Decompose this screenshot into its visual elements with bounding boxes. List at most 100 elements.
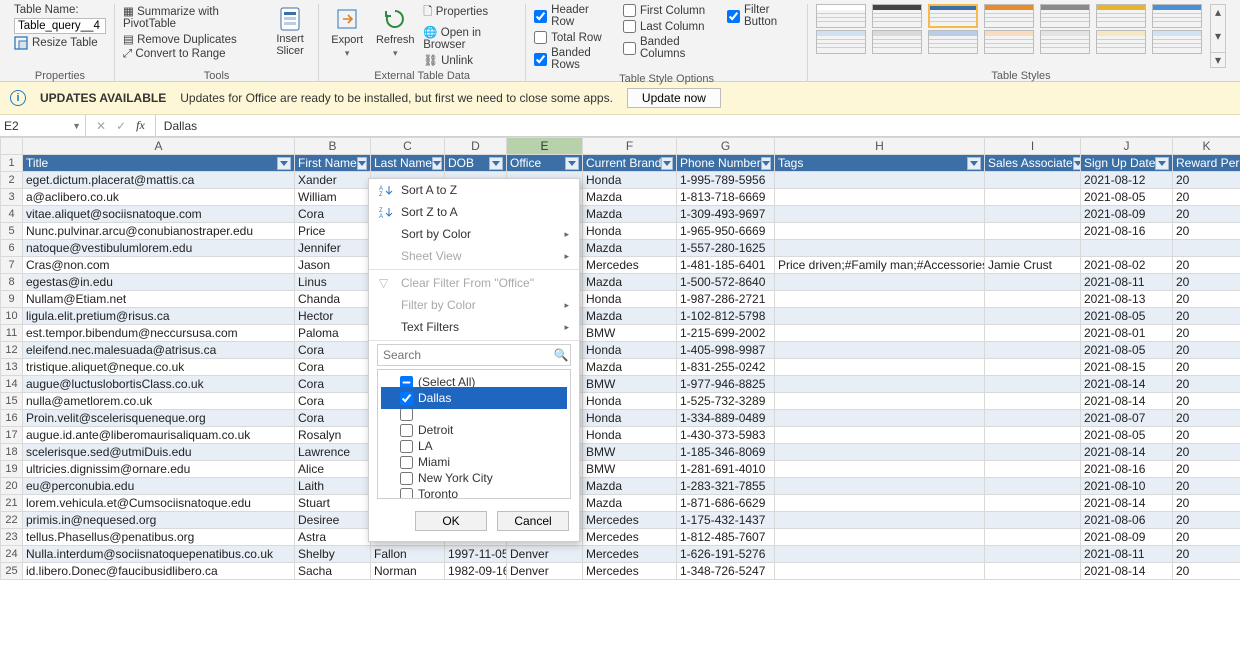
accept-formula-icon[interactable]: ✓ [116,119,126,133]
cell[interactable]: 1-481-185-6401 [677,257,775,274]
cell[interactable]: Nulla.interdum@sociisnatoquepenatibus.co… [23,546,295,563]
ext-properties[interactable]: 🗋 Properties [423,4,517,23]
name-box[interactable]: E2▼ [0,115,86,137]
row-number[interactable]: 15 [1,393,23,410]
table-style-thumb[interactable] [1040,30,1090,54]
cell[interactable]: Cora [295,359,371,376]
cell[interactable]: Cora [295,376,371,393]
cell[interactable]: 2021-08-16 [1081,223,1173,240]
table-style-thumb[interactable] [1096,4,1146,28]
cell[interactable]: natoque@vestibulumlorem.edu [23,240,295,257]
row-number[interactable]: 3 [1,189,23,206]
cell[interactable]: eu@perconubia.edu [23,478,295,495]
cell[interactable] [775,240,985,257]
table-style-thumb[interactable] [872,30,922,54]
cell[interactable]: Jason [295,257,371,274]
refresh-button[interactable]: Refresh▾ [375,4,415,68]
table-header-cell[interactable]: Current Brand [583,155,677,172]
opt-banded-columns[interactable]: Banded Columns [623,36,719,60]
filter-option[interactable]: New York City [384,470,564,486]
cell[interactable]: 20 [1173,546,1240,563]
cell[interactable] [775,376,985,393]
column-header[interactable]: D [445,138,507,155]
cell[interactable]: 1-405-998-9987 [677,342,775,359]
table-header-cell[interactable]: Title [23,155,295,172]
cell[interactable]: eget.dictum.placerat@mattis.ca [23,172,295,189]
row-number[interactable]: 22 [1,512,23,529]
cell[interactable]: 2021-08-02 [1081,257,1173,274]
cell[interactable]: 20 [1173,461,1240,478]
cell[interactable]: 20 [1173,393,1240,410]
cell[interactable]: 2021-08-11 [1081,546,1173,563]
table-style-thumb[interactable] [1096,30,1146,54]
cell[interactable]: Laith [295,478,371,495]
cell[interactable]: Nunc.pulvinar.arcu@conubianostraper.edu [23,223,295,240]
cell[interactable]: augue@luctuslobortisClass.co.uk [23,376,295,393]
cell[interactable]: Cora [295,342,371,359]
cell[interactable]: Denver [507,563,583,580]
opt-banded-rows[interactable]: Banded Rows [534,47,615,71]
sort-a-to-z[interactable]: AZ Sort A to Z [369,179,579,201]
cell[interactable] [985,206,1081,223]
column-header[interactable]: J [1081,138,1173,155]
cell[interactable] [775,189,985,206]
cell[interactable]: Honda [583,291,677,308]
cell[interactable]: Linus [295,274,371,291]
table-style-thumb[interactable] [816,4,866,28]
cell[interactable]: William [295,189,371,206]
table-style-thumb[interactable] [1040,4,1090,28]
export-button[interactable]: Export▾ [327,4,367,68]
column-header[interactable]: I [985,138,1081,155]
cell[interactable]: 20 [1173,376,1240,393]
cell[interactable]: 20 [1173,325,1240,342]
cell[interactable] [985,529,1081,546]
row-number[interactable]: 14 [1,376,23,393]
cell[interactable] [775,427,985,444]
column-header[interactable]: B [295,138,371,155]
cell[interactable]: primis.in@nequesed.org [23,512,295,529]
column-header[interactable]: G [677,138,775,155]
cell[interactable]: 20 [1173,172,1240,189]
opt-filter-button[interactable]: Filter Button [727,4,799,28]
cell[interactable]: Proin.velit@scelerisqueneque.org [23,410,295,427]
cell[interactable]: 20 [1173,495,1240,512]
cell[interactable] [985,393,1081,410]
cell[interactable]: 20 [1173,206,1240,223]
row-number[interactable]: 25 [1,563,23,580]
cell[interactable]: scelerisque.sed@utmiDuis.edu [23,444,295,461]
opt-last-column[interactable]: Last Column [623,20,719,33]
column-header[interactable]: H [775,138,985,155]
row-number[interactable]: 10 [1,308,23,325]
cell[interactable]: 1-813-718-6669 [677,189,775,206]
cell[interactable]: 2021-08-13 [1081,291,1173,308]
cell[interactable]: 1-430-373-5983 [677,427,775,444]
gallery-down[interactable]: ▾ [1211,29,1225,43]
cell[interactable]: 2021-08-14 [1081,376,1173,393]
cell[interactable]: id.libero.Donec@faucibusidlibero.ca [23,563,295,580]
cell[interactable]: est.tempor.bibendum@neccursusa.com [23,325,295,342]
cell[interactable]: 2021-08-14 [1081,495,1173,512]
summarize-pivottable[interactable]: ▦ Summarize with PivotTable [123,4,262,30]
table-style-thumb[interactable] [928,4,978,28]
row-number[interactable]: 17 [1,427,23,444]
row-number[interactable]: 11 [1,325,23,342]
cell[interactable] [775,291,985,308]
cell[interactable] [985,359,1081,376]
filter-dropdown-icon[interactable] [661,157,673,170]
cell[interactable]: 1982-09-16 [445,563,507,580]
cell[interactable]: Xander [295,172,371,189]
cell[interactable]: Mercedes [583,257,677,274]
cell[interactable]: Rosalyn [295,427,371,444]
table-header-cell[interactable]: Office [507,155,583,172]
cell[interactable]: 1-626-191-5276 [677,546,775,563]
cell[interactable] [775,512,985,529]
cell[interactable] [775,342,985,359]
cell[interactable] [985,512,1081,529]
cell[interactable]: 2021-08-14 [1081,393,1173,410]
row-number[interactable]: 23 [1,529,23,546]
cell[interactable]: Paloma [295,325,371,342]
cell[interactable]: 1-871-686-6629 [677,495,775,512]
cell[interactable]: Chanda [295,291,371,308]
filter-dropdown-icon[interactable] [1155,157,1169,170]
cell[interactable]: egestas@in.edu [23,274,295,291]
